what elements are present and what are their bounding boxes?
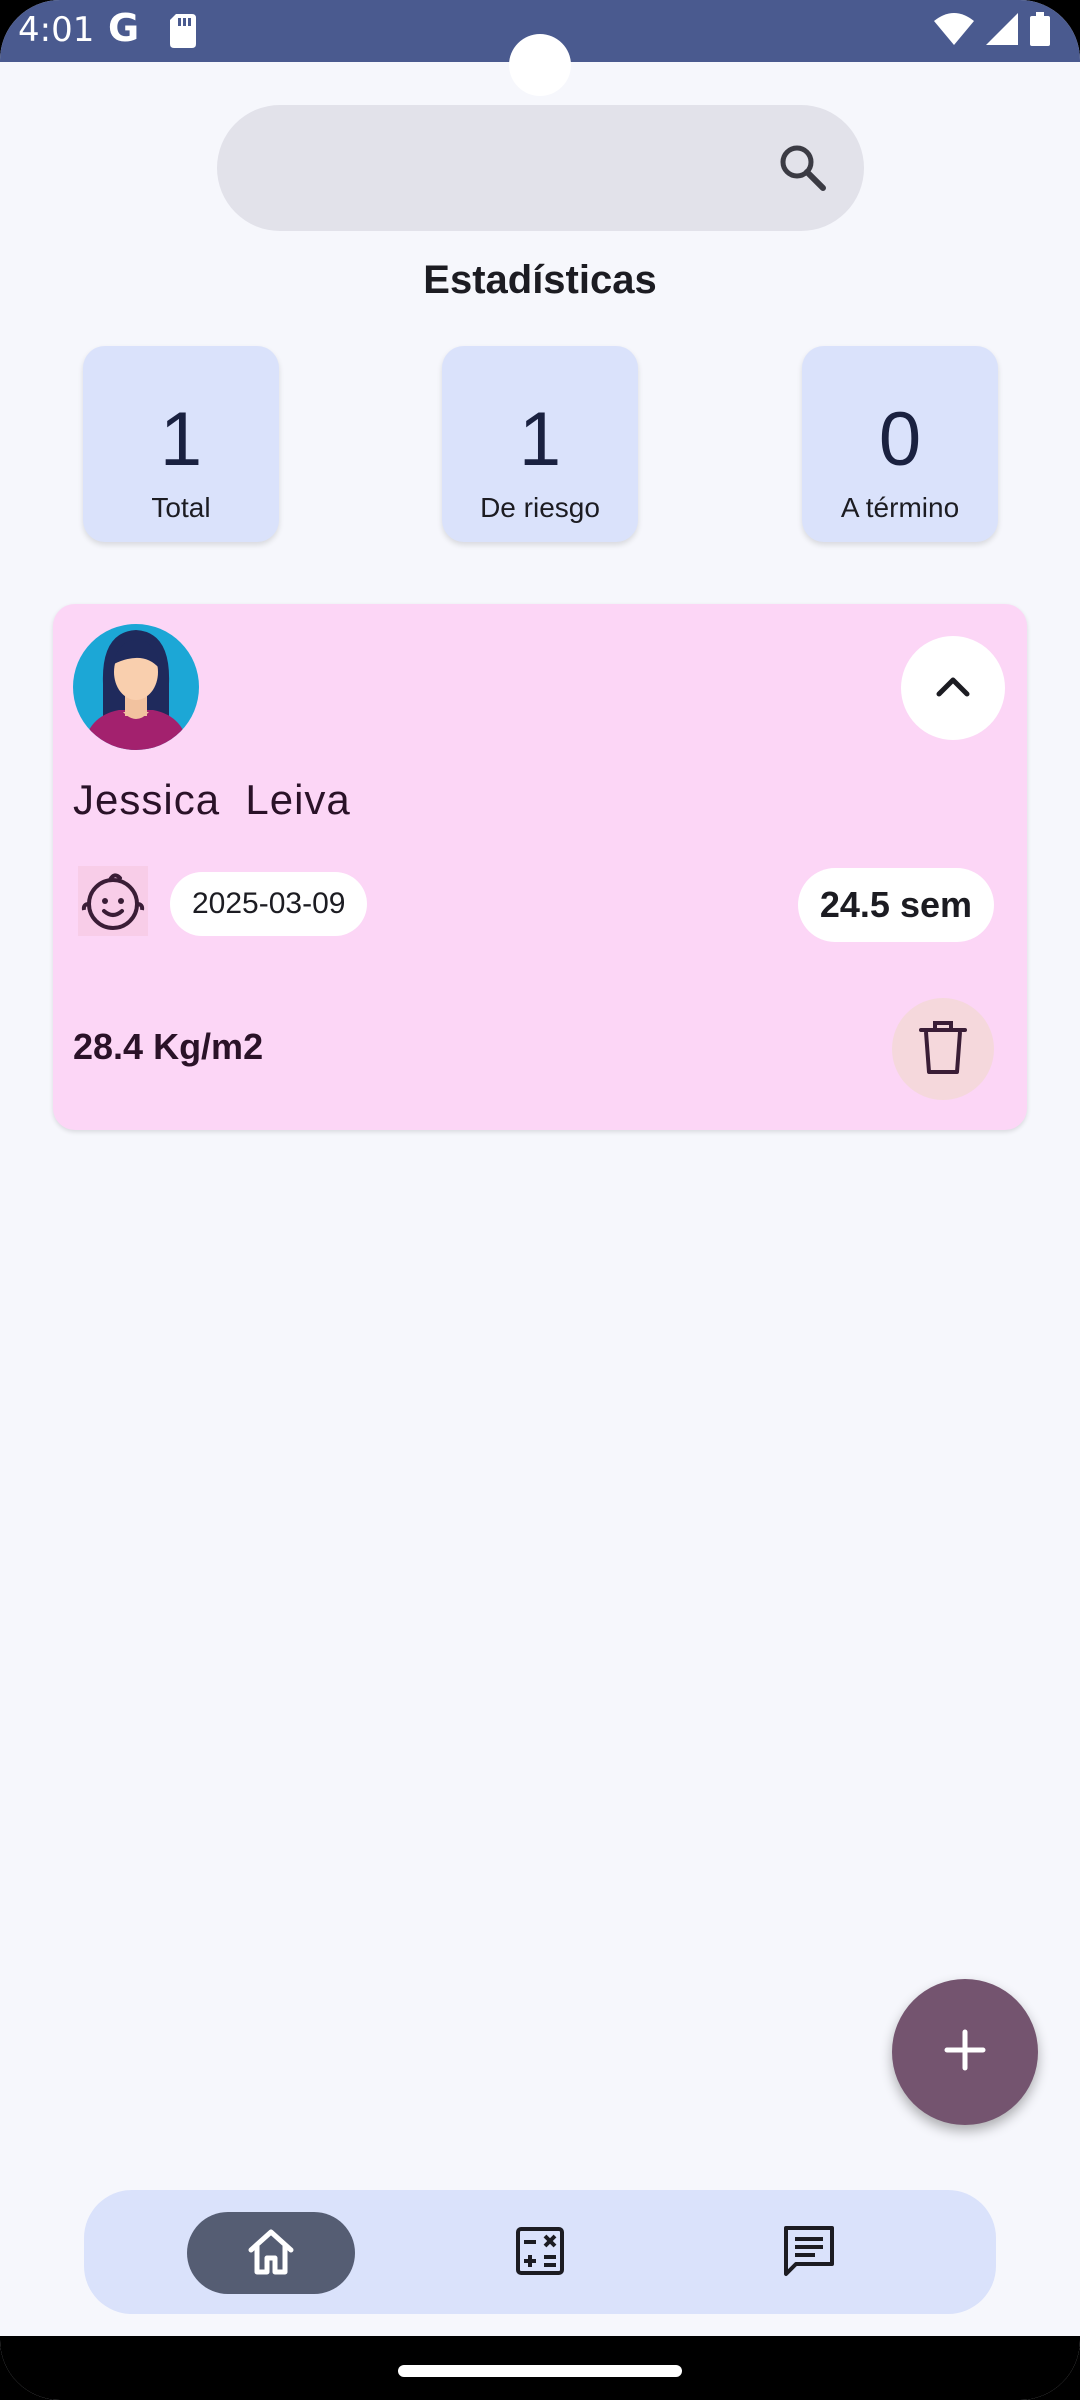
delete-button[interactable] [892,998,994,1100]
stat-value: 0 [878,397,922,482]
search-icon[interactable] [776,141,828,198]
stat-value: 1 [518,397,562,482]
chevron-up-icon [935,674,971,703]
due-date-chip: 2025-03-09 [170,872,368,936]
baby-face-icon [78,866,148,936]
avatar [73,624,199,750]
sd-card-icon [170,14,196,53]
stat-value: 1 [159,397,203,482]
app-screen: 4:01 G Estadísticas 1 Total 1 De riesgo … [0,0,1080,2400]
gestation-weeks-chip: 24.5 sem [797,868,994,942]
stat-label: A término [840,492,960,523]
search-input[interactable] [217,105,864,231]
home-gesture-handle[interactable] [398,2365,682,2377]
google-icon: G [108,6,140,50]
collapse-button[interactable] [901,636,1005,740]
nav-chat[interactable] [725,2212,893,2294]
plus-icon [943,2028,987,2077]
trash-icon [917,1018,969,1081]
stat-card-total: 1 Total [83,346,279,542]
bmi-value: 28.4 Kg/m2 [73,1026,264,1067]
chat-icon [782,2224,836,2283]
bottom-navigation [84,2190,996,2314]
calculator-icon [515,2226,565,2281]
nav-calculator[interactable] [456,2212,624,2294]
stat-label: Total [151,492,211,523]
patient-card[interactable]: Jessica Leiva 2025-03-09 24.5 sem 28.4 K… [53,604,1027,1130]
battery-icon [1030,12,1050,51]
status-time: 4:01 [18,10,95,50]
stat-label: De riesgo [480,492,600,523]
patient-name: Jessica Leiva [73,776,351,823]
home-icon [245,2226,297,2281]
stat-card-at-risk: 1 De riesgo [442,346,638,542]
camera-cutout [509,34,571,96]
section-title: Estadísticas [423,258,657,302]
stat-card-full-term: 0 A término [802,346,998,542]
nav-home[interactable] [187,2212,355,2294]
signal-icon [986,13,1018,50]
add-patient-button[interactable] [892,1979,1038,2125]
status-icons [934,12,1050,51]
wifi-icon [934,13,974,50]
